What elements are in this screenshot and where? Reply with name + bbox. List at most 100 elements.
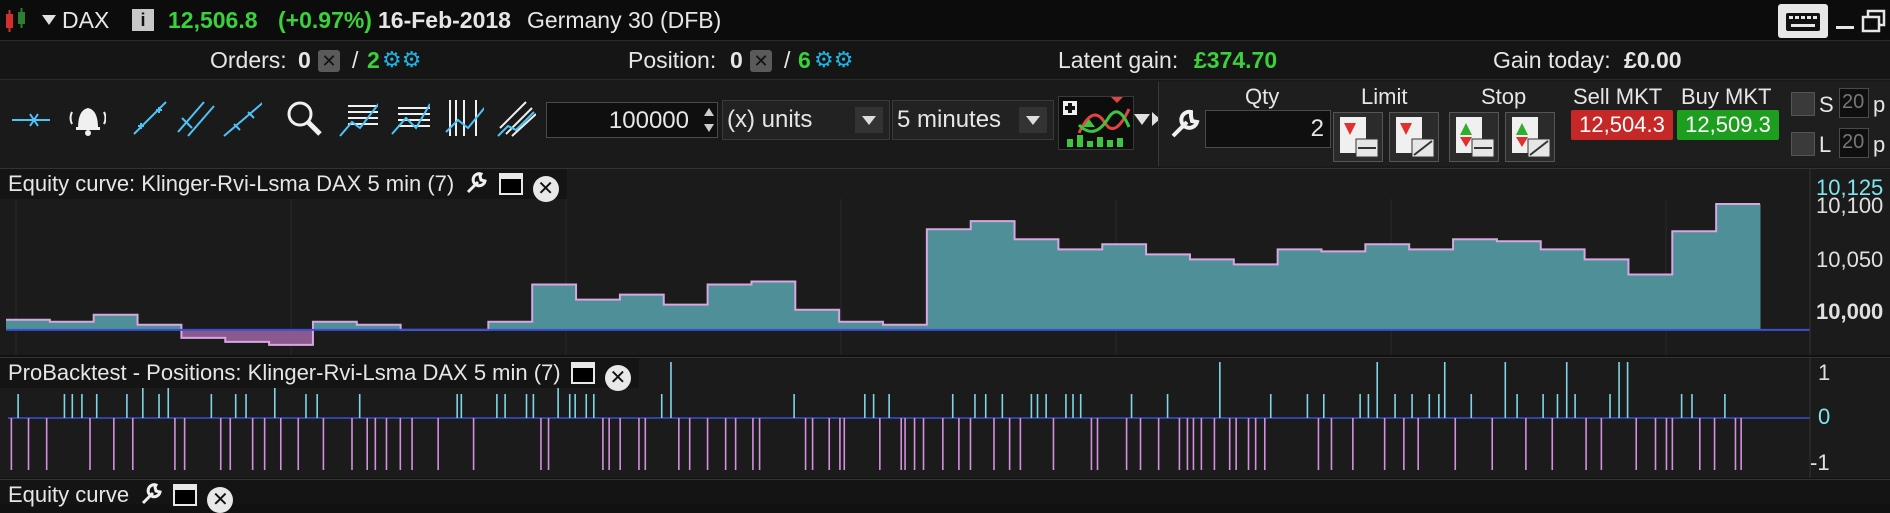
interval-dropdown[interactable]: 5 minutes: [892, 100, 1054, 140]
alert-bell-icon[interactable]: [66, 98, 106, 138]
parallel-lines-icon[interactable]: [176, 98, 216, 138]
short-position-bar: [1585, 418, 1587, 470]
short-position-bar: [1235, 418, 1237, 470]
equity-step: [1672, 231, 1717, 330]
short-position-bar: [229, 418, 232, 470]
long-position-bar: [1542, 394, 1544, 418]
candlestick-icon[interactable]: [4, 8, 36, 34]
equity-step: [1277, 249, 1322, 330]
restore-icon[interactable]: [1860, 8, 1888, 34]
trendline-icon[interactable]: [130, 98, 170, 138]
quantity-input[interactable]: 100000: [546, 102, 718, 138]
gears-icon[interactable]: ⚙⚙: [814, 47, 853, 73]
limit-buy-button[interactable]: [1389, 112, 1439, 162]
short-position-bar: [1665, 418, 1668, 470]
limit-checkbox[interactable]: [1791, 132, 1815, 156]
short-position-bar: [1600, 418, 1603, 470]
short-position-bar: [279, 418, 282, 470]
equity-step: [619, 294, 665, 330]
short-position-bar: [1654, 418, 1657, 470]
units-dropdown[interactable]: (x) units: [722, 100, 890, 140]
equity-step: [663, 304, 709, 330]
long-position-bar: [81, 394, 83, 418]
stop-sell-button[interactable]: [1449, 112, 1499, 162]
info-icon[interactable]: i: [132, 9, 154, 31]
equity-step: [532, 284, 577, 330]
quantity-stepper[interactable]: [702, 104, 716, 136]
y-tick-label: 10,100: [1816, 193, 1884, 218]
chevron-down-icon[interactable]: [855, 107, 883, 133]
positions-panel: ProBacktest - Positions: Klinger-Rvi-Lsm…: [0, 357, 1890, 478]
short-position-bar: [1254, 418, 1257, 470]
qty-input[interactable]: 2: [1205, 110, 1331, 148]
gears-icon[interactable]: ⚙⚙: [382, 47, 421, 73]
short-position-bar: [174, 418, 176, 470]
close-positions-icon[interactable]: ✕: [750, 50, 772, 72]
short-position-bar: [1186, 418, 1189, 470]
short-position-bar: [1713, 418, 1716, 470]
position-count: 0: [730, 47, 743, 73]
equity-step: [751, 281, 796, 330]
stop-checkbox[interactable]: [1791, 92, 1815, 116]
equity-step: [1146, 254, 1191, 330]
symbol-label[interactable]: DAX: [62, 7, 109, 34]
limit-sell-button[interactable]: [1333, 112, 1383, 162]
close-icon[interactable]: ✕: [532, 176, 559, 202]
fibonacci-fan-icon[interactable]: [390, 98, 430, 138]
short-position-bar: [437, 418, 439, 470]
channel-icon[interactable]: [496, 98, 536, 138]
equity-step: [1321, 251, 1366, 330]
short-position-bar: [942, 418, 944, 470]
minimize-icon[interactable]: [1834, 14, 1856, 30]
chevron-down-icon[interactable]: [1019, 107, 1047, 133]
long-position-bar: [1626, 362, 1629, 418]
add-indicator-icon[interactable]: [1058, 96, 1134, 150]
long-position-bar: [1394, 394, 1396, 418]
equity-step: [1365, 244, 1410, 330]
long-position-bar: [1411, 394, 1413, 418]
chevron-down-icon[interactable]: [1134, 114, 1150, 126]
chevron-down-icon[interactable]: [42, 15, 56, 25]
magnifier-icon[interactable]: [284, 98, 324, 138]
window-icon[interactable]: [570, 362, 595, 384]
time-zones-icon[interactable]: [444, 98, 484, 138]
short-position-bar: [1052, 418, 1055, 470]
short-position-bar: [10, 418, 13, 470]
horizontal-line-icon[interactable]: [10, 98, 50, 138]
stop-buy-button[interactable]: [1505, 112, 1555, 162]
short-position-bar: [879, 418, 881, 470]
stop-points-input[interactable]: 20: [1839, 88, 1869, 118]
wrench-icon[interactable]: [139, 482, 163, 506]
short-position-bar: [758, 418, 761, 470]
fibonacci-icon[interactable]: [338, 98, 378, 138]
short-position-bar: [1192, 418, 1195, 470]
limit-points-input[interactable]: 20: [1839, 128, 1869, 158]
short-position-bar: [913, 418, 916, 470]
title-bar: DAX i 12,506.8 (+0.97%) 16-Feb-2018 Germ…: [0, 0, 1890, 41]
price-date: 16-Feb-2018: [378, 7, 511, 33]
cancel-orders-icon[interactable]: ✕: [318, 50, 340, 72]
short-position-bar: [644, 418, 647, 470]
long-position-bar: [456, 394, 458, 418]
window-icon[interactable]: [498, 173, 523, 195]
close-icon[interactable]: ✕: [604, 365, 631, 391]
close-icon[interactable]: ✕: [207, 487, 234, 513]
sell-market-button[interactable]: 12,504.3: [1571, 110, 1673, 140]
long-position-bar: [1219, 362, 1221, 418]
gain-today-value: £0.00: [1624, 47, 1682, 73]
wrench-icon[interactable]: [1167, 106, 1203, 142]
gain-today-label: Gain today:: [1493, 47, 1611, 73]
short-position-bar: [1403, 418, 1405, 470]
buy-market-button[interactable]: 12,509.3: [1677, 110, 1779, 140]
ray-line-icon[interactable]: [222, 98, 262, 138]
equity-curve-2-title: Equity curve: [8, 482, 130, 507]
wrench-icon[interactable]: [464, 171, 488, 195]
long-position-bar: [1359, 394, 1361, 418]
keyboard-icon[interactable]: [1778, 4, 1828, 38]
order-panel: Qty 2 Limit Stop Sell MKT Buy MKT 12,504…: [1158, 82, 1890, 166]
instrument-name: Germany 30 (DFB): [527, 7, 722, 33]
orders-count: 0: [298, 47, 311, 73]
short-position-bar: [27, 418, 30, 470]
long-position-bar: [245, 394, 247, 418]
sell-market-label: Sell MKT: [1573, 84, 1663, 109]
